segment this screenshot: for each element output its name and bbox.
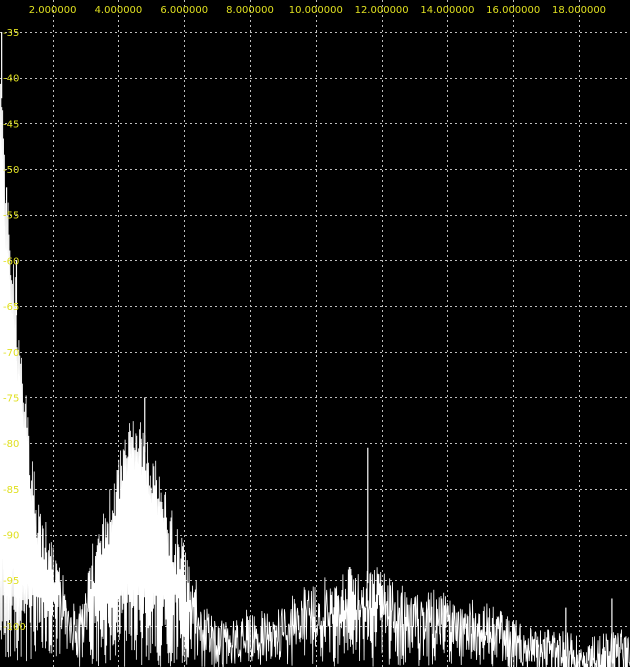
y-tick-label: -60 (3, 256, 19, 267)
y-tick-label: -50 (3, 165, 19, 176)
x-tick-label: 16.000000 (486, 5, 540, 16)
y-tick-label: -45 (3, 119, 19, 130)
y-tick-label: -95 (3, 576, 19, 587)
x-tick-label: 14.000000 (420, 5, 474, 16)
x-tick-labels: 2.000000 4.000000 6.000000 8.000000 10.00000… (29, 5, 606, 16)
x-tick-label: 12.000000 (355, 5, 409, 16)
y-tick-label: -100 (3, 622, 26, 633)
x-tick-label: 18.000000 (552, 5, 606, 16)
y-tick-label: -75 (3, 393, 19, 404)
x-tick-label: 4.000000 (95, 5, 143, 16)
y-tick-label: -35 (3, 28, 19, 39)
spectrum-plot: 2.000000 4.000000 6.000000 8.000000 10.00000… (0, 0, 630, 667)
y-tick-label: -70 (3, 348, 19, 359)
plot-background (0, 0, 630, 667)
x-tick-label: 2.000000 (29, 5, 77, 16)
y-tick-label: -40 (3, 74, 19, 85)
y-tick-label: -55 (3, 211, 19, 222)
x-tick-label: 6.000000 (160, 5, 208, 16)
y-tick-label: -65 (3, 302, 19, 313)
y-tick-label: -90 (3, 531, 19, 542)
y-tick-label: -80 (3, 439, 19, 450)
x-tick-label: 10.000000 (289, 5, 343, 16)
x-tick-label: 8.000000 (226, 5, 274, 16)
y-tick-label: -85 (3, 485, 19, 496)
